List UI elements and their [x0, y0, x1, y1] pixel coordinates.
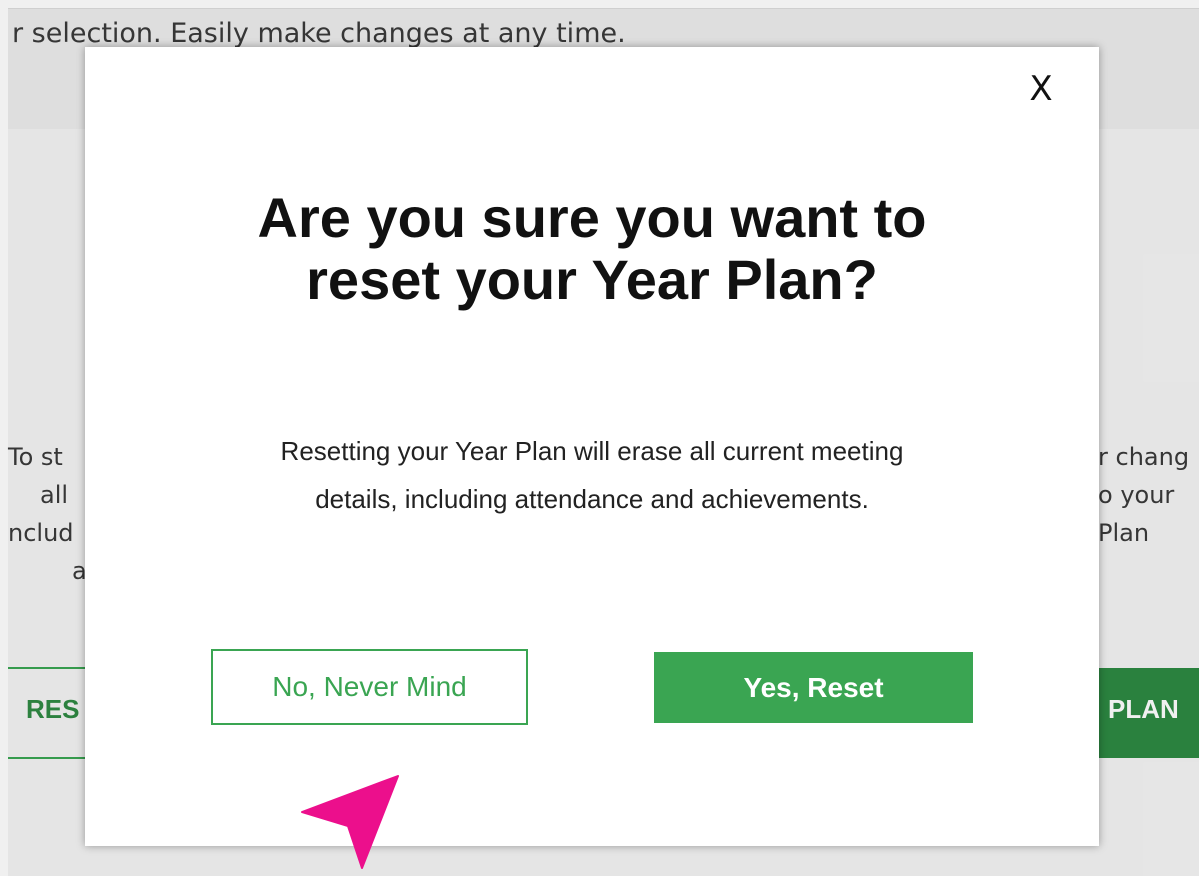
dialog-message: Resetting your Year Plan will erase all …	[280, 436, 904, 514]
reset-confirm-dialog: X Are you sure you want to reset your Ye…	[85, 47, 1099, 846]
dialog-title: Are you sure you want to reset your Year…	[257, 186, 927, 311]
confirm-reset-button[interactable]: Yes, Reset	[654, 652, 973, 723]
close-button[interactable]: X	[1019, 69, 1063, 109]
cancel-button[interactable]: No, Never Mind	[211, 649, 528, 725]
pointer-arrow-icon	[301, 775, 399, 869]
